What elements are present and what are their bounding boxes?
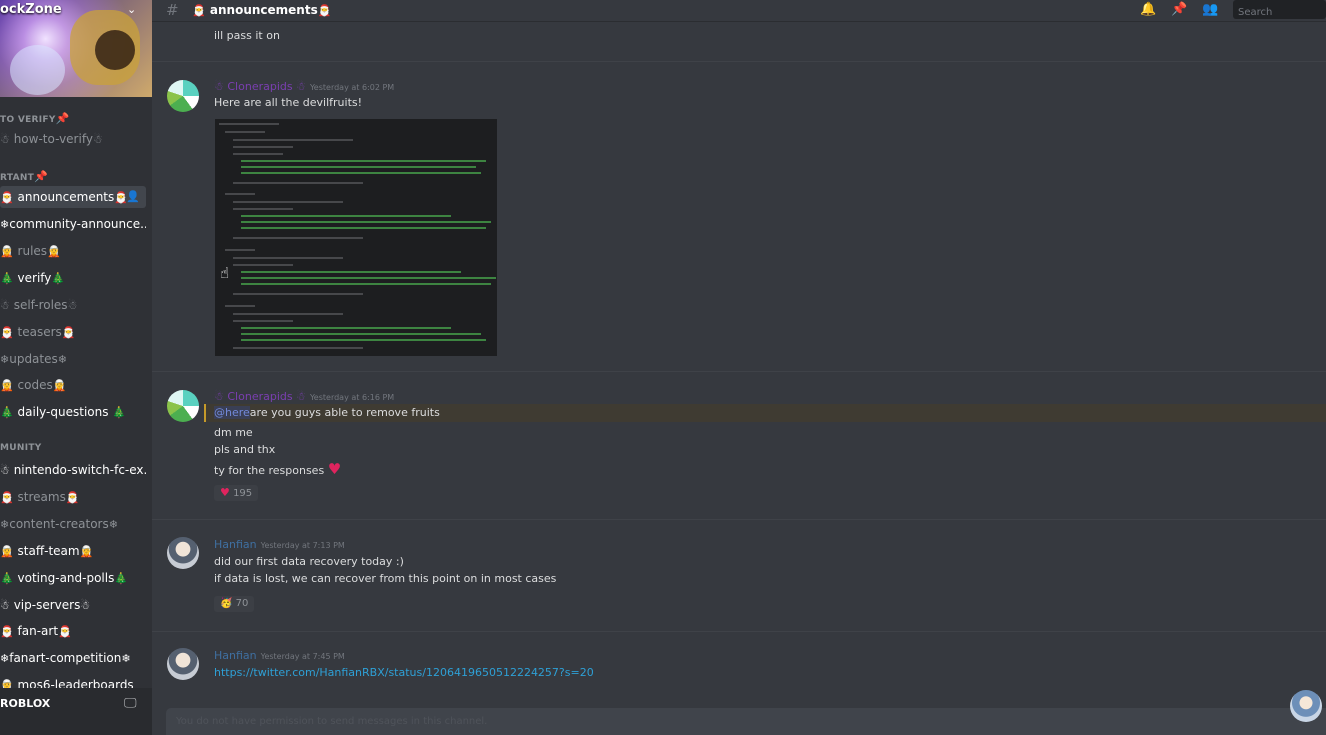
username[interactable]: Clonerapids (227, 80, 292, 93)
channel-sidebar: ockZone ⌄ TO VERIFY📌 ☃ how-to-verify☃ RT… (0, 0, 152, 735)
message-text: dm me (214, 426, 253, 439)
heart-icon: ♥ (220, 486, 230, 499)
pointer-cursor-icon: ☝ (220, 264, 230, 282)
avatar[interactable] (167, 390, 199, 422)
add-member-icon[interactable]: 👤 (126, 186, 140, 208)
screen-share-icon[interactable]: 🖵 (124, 696, 137, 711)
chevron-down-icon[interactable]: ⌄ (127, 3, 136, 16)
channel-content-creators[interactable]: ❄content-creators❄ (0, 513, 146, 535)
message-header: Hanfian Yesterday at 7:45 PM (214, 649, 345, 662)
channel-announcements[interactable]: 🎅 announcements🎅 👤 (0, 186, 146, 208)
message-text: if data is lost, we can recover from thi… (214, 572, 557, 585)
pin-icon[interactable]: 📌 (1171, 2, 1187, 17)
message-header: ☃ Clonerapids ☃ Yesterday at 6:16 PM (214, 390, 395, 403)
message-divider (152, 519, 1326, 520)
message-text: ill pass it on (214, 29, 280, 42)
message-text: @hereare you guys able to remove fruits (214, 406, 440, 419)
server-name[interactable]: ockZone (0, 2, 62, 17)
category-to-verify[interactable]: TO VERIFY📌 (0, 112, 70, 125)
message-divider (152, 61, 1326, 62)
mention-here[interactable]: @here (214, 406, 250, 419)
timestamp: Yesterday at 6:16 PM (309, 393, 395, 402)
username[interactable]: Clonerapids (227, 390, 292, 403)
channel-self-roles[interactable]: ☃ self-roles☃ (0, 294, 146, 316)
channel-vip-servers[interactable]: ☃ vip-servers☃ (0, 594, 146, 616)
reaction-emoji[interactable]: 🥳 70 (214, 596, 255, 612)
username[interactable]: Hanfian (214, 649, 257, 662)
timestamp: Yesterday at 6:02 PM (309, 83, 395, 92)
avatar[interactable] (167, 648, 199, 680)
code-screenshot-image[interactable] (215, 119, 497, 356)
hash-icon: # (166, 1, 179, 19)
sidebar-footer: ROBLOX 🖵 (0, 688, 152, 735)
category-community[interactable]: MUNITY (0, 443, 42, 453)
avatar[interactable] (167, 80, 199, 112)
search-box[interactable] (1233, 0, 1326, 22)
channel-teasers[interactable]: 🎅 teasers🎅 (0, 321, 146, 343)
channel-codes[interactable]: 🧝 codes🧝 (0, 374, 146, 396)
tweet-link[interactable]: https://twitter.com/HanfianRBX/status/12… (214, 666, 594, 679)
channel-header: # 🎅 announcements🎅 🔔 📌 👥 (152, 0, 1326, 22)
timestamp: Yesterday at 7:45 PM (260, 652, 345, 661)
timestamp: Yesterday at 7:13 PM (260, 541, 345, 550)
channel-voting-and-polls[interactable]: 🎄 voting-and-polls🎄 (0, 567, 146, 589)
channel-updates[interactable]: ❄updates❄ (0, 348, 146, 370)
message-text: ty for the responses ♥ (214, 460, 342, 478)
heart-icon: ♥ (327, 460, 342, 478)
channel-streams[interactable]: 🎅 streams🎅 (0, 486, 146, 508)
message-divider (152, 631, 1326, 632)
username[interactable]: Hanfian (214, 538, 257, 551)
message-text: did our first data recovery today :) (214, 555, 404, 568)
channel-verify[interactable]: 🎄 verify🎄 (0, 267, 146, 289)
members-icon[interactable]: 👥 (1202, 2, 1218, 17)
channel-rules[interactable]: 🧝 rules🧝 (0, 240, 146, 262)
banner-art (95, 30, 135, 70)
channel-fanart-competition[interactable]: ❄fanart-competition❄ (0, 647, 146, 669)
avatar[interactable] (167, 537, 199, 569)
search-input[interactable] (1233, 3, 1326, 22)
message-text: pls and thx (214, 443, 276, 456)
message-header: ☃ Clonerapids ☃ Yesterday at 6:02 PM (214, 80, 395, 93)
bell-icon[interactable]: 🔔 (1140, 2, 1156, 17)
category-important[interactable]: RTANT📌 (0, 170, 48, 183)
channel-staff-team[interactable]: 🧝 staff-team🧝 (0, 540, 146, 562)
message-composer[interactable]: You do not have permission to send messa… (166, 708, 1326, 735)
message-text: Here are all the devilfruits! (214, 96, 363, 109)
footer-label: ROBLOX (0, 697, 51, 710)
floating-avatar[interactable] (1290, 690, 1322, 722)
channel-how-to-verify[interactable]: ☃ how-to-verify☃ (0, 128, 146, 150)
server-banner-image[interactable]: ockZone ⌄ (0, 0, 152, 97)
message-divider (152, 371, 1326, 372)
composer-disabled-text: You do not have permission to send messa… (176, 716, 488, 727)
party-face-icon: 🥳 (220, 598, 233, 609)
banner-art (10, 45, 65, 95)
reaction-heart[interactable]: ♥ 195 (214, 485, 259, 501)
channel-nintendo-switch-fc-exchange[interactable]: ☃ nintendo-switch-fc-ex... (0, 459, 146, 481)
channel-daily-questions[interactable]: 🎄 daily-questions 🎄 (0, 401, 146, 423)
channel-fan-art[interactable]: 🎅 fan-art🎅 (0, 620, 146, 642)
channel-title: 🎅 announcements🎅 (192, 3, 332, 17)
message-header: Hanfian Yesterday at 7:13 PM (214, 538, 345, 551)
message-list: ill pass it on ☃ Clonerapids ☃ Yesterday … (152, 23, 1326, 688)
channel-community-announcements[interactable]: ❄community-announce... (0, 213, 146, 235)
